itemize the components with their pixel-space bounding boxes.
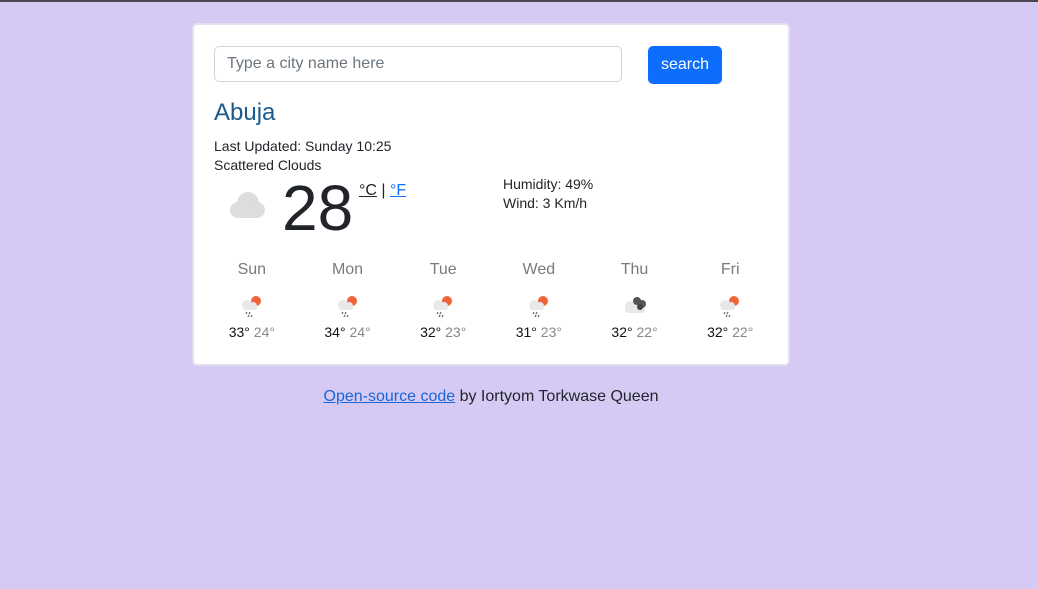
forecast-day-name: Thu xyxy=(620,261,649,278)
forecast-day-name: Mon xyxy=(331,261,364,278)
celsius-link[interactable]: °C xyxy=(359,182,377,199)
footer-credit: by Iortyom Torkwase Queen xyxy=(455,388,659,405)
open-source-link[interactable]: Open-source code xyxy=(324,388,456,405)
forecast-day-name: Tue xyxy=(429,261,457,278)
cloud-icon xyxy=(230,192,265,218)
forecast-day: Fri 32° 22° xyxy=(682,261,778,340)
forecast-min: 22° xyxy=(732,324,754,340)
forecast-min: 23° xyxy=(540,324,562,340)
forecast-max: 32° xyxy=(611,324,633,340)
wind: Wind: 3 Km/h xyxy=(503,195,588,211)
forecast-max: 32° xyxy=(707,324,729,340)
forecast-max: 32° xyxy=(420,324,442,340)
city-name: Abuja xyxy=(214,99,276,126)
forecast-day: Sun 33° 24° xyxy=(204,261,300,340)
forecast-day: Tue 32° 23° xyxy=(395,261,491,340)
search-button[interactable]: search xyxy=(648,46,722,84)
humidity: Humidity: 49% xyxy=(503,176,594,192)
fahrenheit-link[interactable]: °F xyxy=(390,182,406,199)
forecast-max: 33° xyxy=(228,324,250,340)
dark-clouds-icon xyxy=(624,297,646,313)
sun-rain-icon xyxy=(720,296,740,318)
forecast-day-name: Wed xyxy=(522,261,556,278)
forecast-min: 23° xyxy=(445,324,467,340)
forecast-day: Thu 32° 22° xyxy=(587,261,683,340)
forecast-day-name: Sun xyxy=(237,261,267,278)
sun-rain-icon xyxy=(528,296,548,318)
weather-description: Scattered Clouds xyxy=(214,157,322,173)
unit-toggle: °C | °F xyxy=(359,182,406,200)
forecast-min: 22° xyxy=(636,324,658,340)
weather-card: search Abuja Last Updated: Sunday 10:25 … xyxy=(192,23,790,366)
forecast-day: Mon 34° 24° xyxy=(300,261,396,340)
current-temperature: 28 xyxy=(282,172,354,244)
sun-rain-icon xyxy=(337,296,357,318)
forecast-min: 24° xyxy=(349,324,371,340)
forecast-max: 34° xyxy=(324,324,346,340)
sun-rain-icon xyxy=(241,296,261,318)
unit-separator: | xyxy=(381,182,386,199)
footer: Open-source code by Iortyom Torkwase Que… xyxy=(0,388,982,406)
sun-rain-icon xyxy=(433,296,453,318)
forecast-min: 24° xyxy=(253,324,275,340)
search-input[interactable] xyxy=(214,46,622,82)
last-updated: Last Updated: Sunday 10:25 xyxy=(214,138,392,154)
forecast-day: Wed 31° 23° xyxy=(491,261,587,340)
forecast: Sun 33° 24° Mon 34° 24° Tue 32° 23° Wed … xyxy=(204,261,778,340)
forecast-day-name: Fri xyxy=(720,261,740,278)
forecast-max: 31° xyxy=(515,324,537,340)
